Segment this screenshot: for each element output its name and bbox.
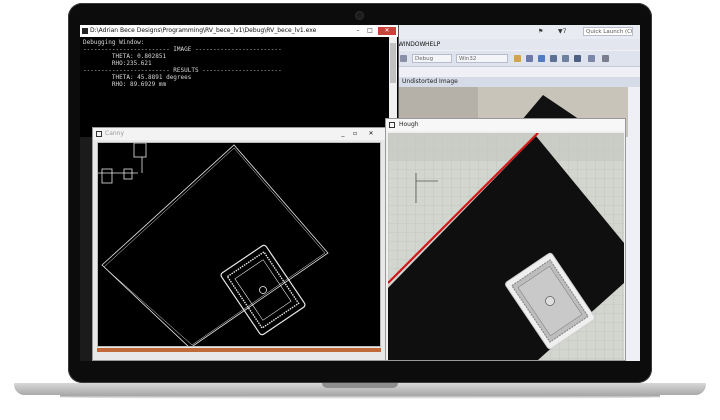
hough-title: Hough — [399, 121, 419, 128]
menu-help[interactable]: HELP — [425, 41, 440, 48]
config-dropdown[interactable]: Debug — [412, 54, 452, 63]
minimize-button[interactable]: _ — [337, 130, 349, 138]
toolbar-icon[interactable] — [550, 55, 557, 62]
console-line: Debugging Window: — [83, 39, 145, 46]
canny-title-bar: Canny _ ▫ ✕ — [93, 128, 385, 140]
console-line: THETA: 45.8891 degrees — [83, 74, 192, 81]
console-line: ------------------------ IMAGE ---------… — [83, 46, 282, 53]
console-output: Debugging Window: -----------------------… — [83, 39, 383, 135]
toolbar-icon[interactable] — [574, 55, 581, 62]
canny-status-strip — [97, 348, 381, 352]
console-title-bar: D:\Adrian Bece Designs\Programming\RV_be… — [80, 25, 398, 37]
console-line: ------------------------ RESULTS -------… — [83, 67, 282, 74]
maximize-button[interactable]: □ — [364, 27, 376, 35]
notification-flag-icon[interactable]: ⚑ — [538, 28, 543, 35]
filter-icon[interactable]: ▼7 — [558, 28, 566, 35]
close-button[interactable]: ✕ — [378, 27, 396, 35]
console-title: D:\Adrian Bece Designs\Programming\RV_be… — [90, 27, 317, 34]
maximize-button[interactable]: ▫ — [349, 130, 361, 138]
vs-toolbar: Debug Win32 — [398, 51, 640, 67]
window-icon — [96, 131, 102, 137]
camera-icon — [355, 11, 364, 20]
laptop-shadow — [60, 395, 660, 399]
quick-launch-input[interactable]: Quick Launch (Ctrl+Q) — [583, 27, 633, 36]
hough-window: Hough — [385, 118, 626, 361]
console-line: RHO: 89.6929 mm — [83, 81, 167, 88]
console-line: RHO:235.621 — [83, 60, 152, 67]
window-icon — [389, 122, 395, 128]
console-window: D:\Adrian Bece Designs\Programming\RV_be… — [80, 25, 399, 137]
hough-result-image — [388, 133, 624, 360]
platform-dropdown[interactable]: Win32 — [456, 54, 508, 63]
hough-title-bar: Hough — [386, 119, 625, 131]
menu-window[interactable]: WINDOW — [398, 41, 425, 48]
undistorted-image-tab[interactable]: Undistorted Image — [398, 77, 640, 87]
minimize-button[interactable]: – — [352, 27, 364, 35]
console-line: THETA: 0.802851 — [83, 53, 167, 60]
toolbar-icon[interactable] — [538, 55, 545, 62]
canny-window: Canny _ ▫ ✕ — [92, 127, 386, 361]
toolbar-icon[interactable] — [526, 55, 533, 62]
toolbar-icon[interactable] — [602, 55, 609, 62]
toolbar-icon[interactable] — [562, 55, 569, 62]
console-app-icon — [82, 28, 88, 34]
canny-title: Canny — [105, 130, 125, 137]
laptop-screen: ⚑ ▼7 Quick Launch (Ctrl+Q) WINDOW HELP D… — [80, 25, 640, 361]
attach-icon[interactable] — [514, 55, 521, 62]
laptop-notch — [322, 383, 398, 388]
vs-title-bar: ⚑ ▼7 Quick Launch (Ctrl+Q) — [398, 25, 640, 39]
scrollbar-thumb[interactable] — [390, 43, 396, 83]
notification-count: 7 — [562, 28, 567, 35]
toolbar-icon[interactable] — [588, 55, 595, 62]
canny-edge-image — [97, 142, 381, 347]
nav-back-icon[interactable] — [400, 55, 407, 62]
close-button[interactable]: ✕ — [363, 130, 379, 138]
vs-menu-bar: WINDOW HELP — [398, 39, 640, 50]
